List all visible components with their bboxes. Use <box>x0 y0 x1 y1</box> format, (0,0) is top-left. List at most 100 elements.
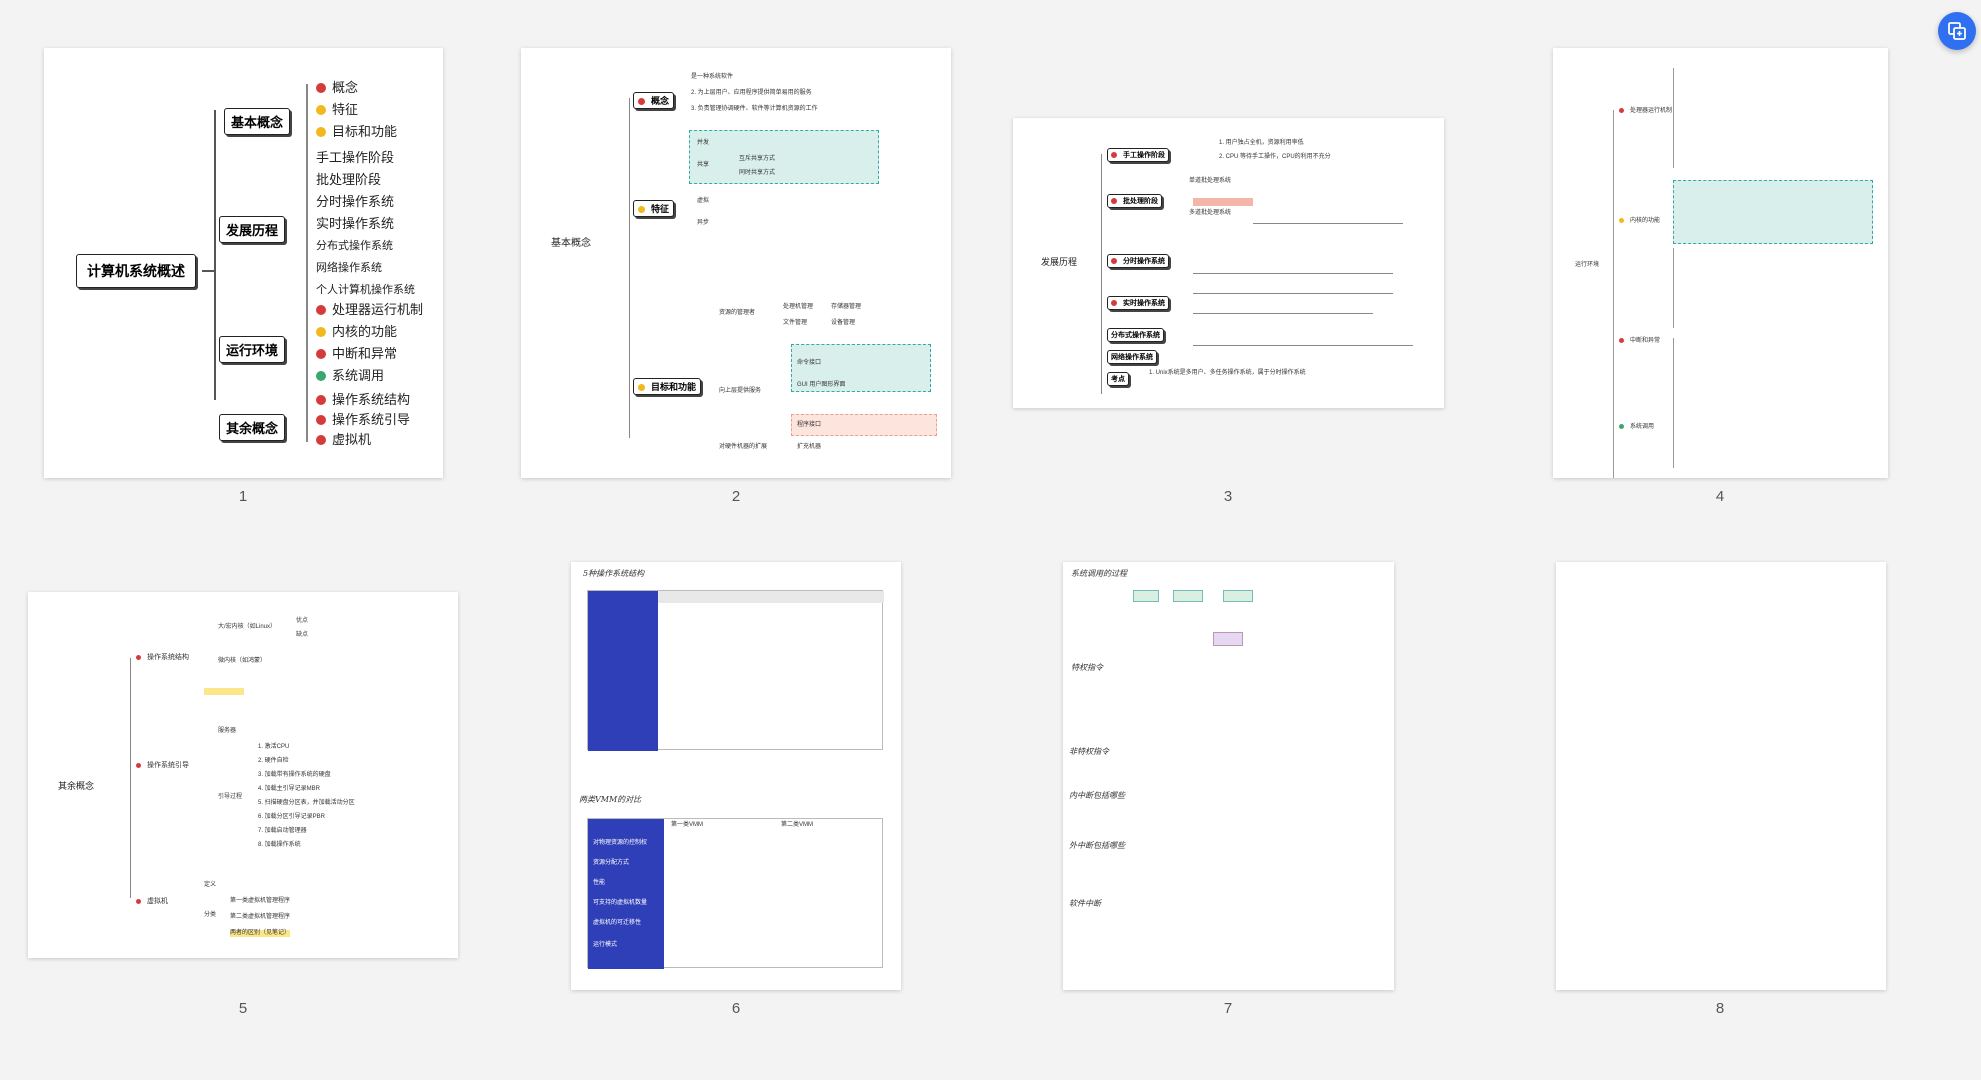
text: 多道批处理系统 <box>1189 210 1232 216</box>
page-number-7: 7 <box>1223 1000 1233 1017</box>
branch: 中断和异常 <box>1619 338 1660 345</box>
table-header: 第一类VMM <box>671 822 703 828</box>
func: 资源的管理者 <box>719 310 756 316</box>
page-thumbnail-6[interactable]: 5种操作系统结构 两类VMM的对比 第一类VMM 第二类VMM 对物理资源的控制… <box>571 562 901 990</box>
item: 特征 <box>316 102 358 118</box>
page-thumbnail-5[interactable]: 其余概念 操作系统结构 操作系统引导 虚拟机 大/宏内核（如Linux） 微内核… <box>28 592 458 958</box>
page-thumbnail-3[interactable]: 发展历程 手工操作阶段 批处理阶段 分时操作系统 实时操作系统 分布式操作系统 … <box>1013 118 1444 408</box>
text: 同时共享方式 <box>739 170 776 176</box>
item: 中断和异常 <box>316 346 397 362</box>
grid-view-button[interactable] <box>1938 12 1976 50</box>
branch-history: 发展历程 <box>219 216 286 243</box>
section-title: 特权指令 <box>1071 663 1103 672</box>
text: 7. 加载启动管理器 <box>258 828 307 834</box>
text: 8. 加载操作系统 <box>258 842 301 848</box>
page-thumbnail-2[interactable]: 基本概念 概念 特征 目标和功能 是一种系统软件 2. 为上层用户、应用程序提供… <box>521 48 951 478</box>
text: 文件管理 <box>783 320 808 326</box>
item: 系统调用 <box>316 368 384 384</box>
root-node: 发展历程 <box>1041 257 1078 267</box>
text: 扩充机器 <box>797 444 822 450</box>
section-title: 两类VMM的对比 <box>579 795 642 804</box>
branch: 处理器运行机制 <box>1619 108 1672 115</box>
text: 优点 <box>296 618 309 624</box>
func: 向上层提供服务 <box>719 388 762 394</box>
section-title: 软件中断 <box>1069 899 1101 908</box>
feature: 并发 <box>697 140 710 146</box>
page-thumbnail-7[interactable]: 系统调用的过程 特权指令 非特权指令 内中断包括哪些 外中断包括哪些 软件中断 <box>1063 562 1394 990</box>
text: 单道批处理系统 <box>1189 178 1232 184</box>
page-number-2: 2 <box>731 488 741 505</box>
section-title: 内中断包括哪些 <box>1069 791 1125 800</box>
text: 引导过程 <box>218 794 243 800</box>
feature: 共享 <box>697 162 710 168</box>
branch: 虚拟机 <box>136 898 168 905</box>
text: 大/宏内核（如Linux） <box>218 624 277 630</box>
branch: 分布式操作系统 <box>1107 328 1164 342</box>
text: 命令接口 <box>797 360 822 366</box>
text: 6. 加载分区引导记录PBR <box>258 814 326 820</box>
text: 互斥共享方式 <box>739 156 776 162</box>
text: 2. CPU 等待手工操作，CPU的利用不充分 <box>1219 154 1331 160</box>
branch: 分时操作系统 <box>1107 254 1169 268</box>
table-row-label: 可支持的虚拟机数量 <box>593 900 648 906</box>
page-thumbnail-8[interactable] <box>1556 562 1886 990</box>
page-number-5: 5 <box>238 1000 248 1017</box>
branch: 考点 <box>1107 372 1129 386</box>
text: 1. 激活CPU <box>258 744 290 750</box>
branch: 实时操作系统 <box>1107 296 1169 310</box>
page-number-8: 8 <box>1715 1000 1725 1017</box>
section-title: 5种操作系统结构 <box>583 569 645 578</box>
item: 实时操作系统 <box>316 216 395 231</box>
page-thumbnail-1[interactable]: 计算机系统概述 基本概念 发展历程 运行环境 其余概念 概念 特征 目标和功能 … <box>44 48 443 478</box>
text: 第二类虚拟机管理程序 <box>230 914 291 920</box>
root-node: 其余概念 <box>58 781 95 791</box>
page-number-4: 4 <box>1715 488 1725 505</box>
table-row-label: 性能 <box>593 880 606 886</box>
branch-concept: 概念 <box>633 92 675 109</box>
page-number-6: 6 <box>731 1000 741 1017</box>
text: 4. 加载主引导记录MBR <box>258 786 321 792</box>
section-title: 系统调用的过程 <box>1071 569 1127 578</box>
text: 2. 硬件自检 <box>258 758 289 764</box>
branch-other: 其余概念 <box>219 414 286 441</box>
table-row-label: 虚拟机的可迁移性 <box>593 920 642 926</box>
item: 内核的功能 <box>316 324 397 340</box>
text: 1. 用户独占全机，资源利用率低 <box>1219 140 1304 146</box>
func: 对硬件机器的扩展 <box>719 444 768 450</box>
item: 虚拟机 <box>316 432 371 448</box>
root-node: 运行环境 <box>1575 262 1600 268</box>
branch: 手工操作阶段 <box>1107 148 1169 162</box>
item: 操作系统引导 <box>316 412 410 428</box>
text: 分类 <box>204 912 217 918</box>
root-node: 计算机系统概述 <box>76 254 196 288</box>
root-node: 基本概念 <box>551 238 591 249</box>
text: 第一类虚拟机管理程序 <box>230 898 291 904</box>
branch-function: 目标和功能 <box>633 378 702 395</box>
branch: 系统调用 <box>1619 424 1654 431</box>
highlight <box>204 688 245 695</box>
highlight: 两者的区别（见笔记） <box>230 930 291 937</box>
item: 个人计算机操作系统 <box>316 284 415 296</box>
item: 网络操作系统 <box>316 262 382 274</box>
text: 1. Unix系统是多用户、多任务操作系统，属于分时操作系统 <box>1149 370 1306 376</box>
text: 服务器 <box>218 728 237 734</box>
table-header: 第二类VMM <box>781 822 813 828</box>
branch: 网络操作系统 <box>1107 350 1157 364</box>
item: 手工操作阶段 <box>316 150 395 165</box>
branch-basic: 基本概念 <box>224 108 291 135</box>
branch-env: 运行环境 <box>219 336 286 363</box>
item: 分布式操作系统 <box>316 240 393 252</box>
item: 概念 <box>316 80 358 96</box>
page-number-3: 3 <box>1223 488 1233 505</box>
table-row-label: 对物理资源的控制权 <box>593 840 648 846</box>
text: 3. 加载带有操作系统的硬盘 <box>258 772 331 778</box>
page-thumbnail-4[interactable]: 运行环境 处理器运行机制 内核的功能 中断和异常 系统调用 <box>1553 48 1888 478</box>
text: 3. 负责管理协调硬件、软件等计算机资源的工作 <box>691 106 818 112</box>
branch: 内核的功能 <box>1619 218 1660 225</box>
table-row-label: 运行模式 <box>593 942 618 948</box>
text: GUI 用户图形界面 <box>797 382 846 388</box>
text: 5. 扫描硬盘分区表，并加载活动分区 <box>258 800 355 806</box>
page-number-1: 1 <box>238 488 248 505</box>
feature: 异步 <box>697 220 710 226</box>
text: 处理机管理 <box>783 304 814 310</box>
